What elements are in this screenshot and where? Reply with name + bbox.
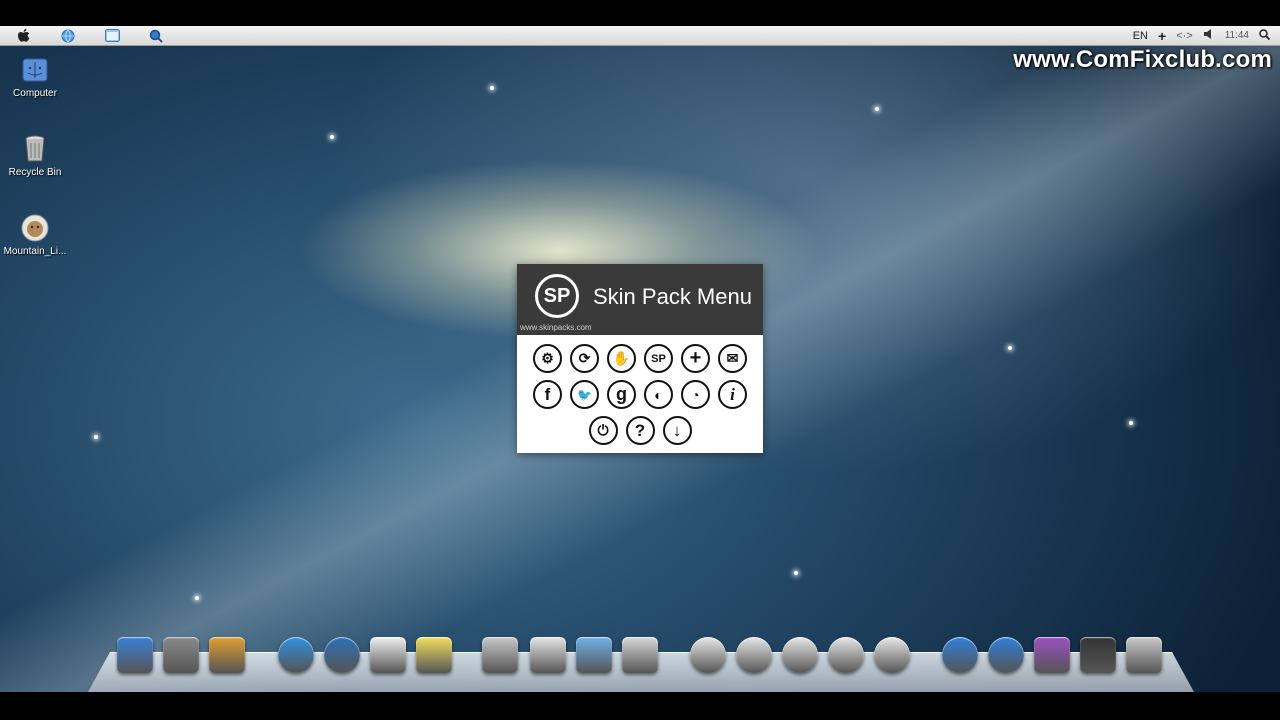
desktop-icon-label: Computer bbox=[13, 88, 57, 99]
volume-icon[interactable] bbox=[1203, 28, 1215, 43]
finder-window-icon[interactable] bbox=[104, 28, 120, 44]
skin-pack-url[interactable]: www.skinpacks.com bbox=[520, 323, 592, 332]
skin-pack-menu-title: Skin Pack Menu bbox=[593, 284, 752, 309]
power-icon[interactable] bbox=[874, 637, 910, 673]
network-icon[interactable]: <·> bbox=[1176, 30, 1193, 42]
star bbox=[875, 107, 879, 111]
refresh-icon[interactable]: ⟳ bbox=[570, 344, 599, 373]
clock[interactable]: 11:44 bbox=[1225, 30, 1249, 41]
info-icon[interactable]: i bbox=[718, 380, 747, 409]
rss-icon[interactable]: ◔ bbox=[681, 380, 710, 409]
quicktime-icon[interactable] bbox=[324, 637, 360, 673]
skin-pack-row: ⚙ ⟳ ✋ SP + ✉ bbox=[517, 344, 763, 373]
share-icon[interactable] bbox=[622, 637, 658, 673]
itunes-icon[interactable] bbox=[942, 637, 978, 673]
star bbox=[490, 86, 494, 90]
computer-icon bbox=[21, 56, 49, 84]
download-icon[interactable]: ↓ bbox=[662, 416, 692, 445]
star bbox=[1008, 346, 1012, 350]
finder-icon[interactable] bbox=[117, 637, 153, 673]
watermark-text: www.ComFixclub.com bbox=[1013, 46, 1272, 73]
power-icon[interactable]: ⏻ bbox=[588, 416, 618, 445]
apple-icon[interactable] bbox=[16, 28, 32, 44]
mail-icon[interactable]: ✉ bbox=[718, 344, 747, 373]
deviantart-icon[interactable]: ◐ bbox=[644, 380, 673, 409]
app-store-alt-icon[interactable] bbox=[482, 637, 518, 673]
desktop-icon-label: Mountain_Li... bbox=[3, 246, 67, 257]
letterbox-bottom bbox=[0, 692, 1280, 720]
settings-icon[interactable]: ⚙ bbox=[533, 344, 562, 373]
safari-icon[interactable] bbox=[278, 637, 314, 673]
star bbox=[794, 571, 798, 575]
desktop-icon-computer[interactable]: Computer bbox=[0, 56, 70, 99]
star bbox=[1129, 421, 1133, 425]
mission-control-icon[interactable] bbox=[1034, 637, 1070, 673]
notes-list-icon[interactable] bbox=[370, 637, 406, 673]
sp-logo: SP bbox=[535, 274, 579, 318]
skin-pack-menu: SP Skin Pack Menu www.skinpacks.com ⚙ ⟳ … bbox=[517, 264, 763, 453]
google-icon[interactable]: g bbox=[607, 380, 636, 409]
desktop-icon-mountain-lion[interactable]: Mountain_Li... bbox=[0, 214, 70, 257]
desktop-icon-recycle-bin[interactable]: Recycle Bin bbox=[0, 135, 70, 178]
mountain-lion-icon bbox=[21, 214, 49, 242]
recycle-bin-icon bbox=[21, 135, 49, 163]
airplay-icon[interactable] bbox=[782, 637, 818, 673]
desktop: EN + <·> 11:44 www.ComFixclub.com Comput… bbox=[0, 0, 1280, 720]
sp-icon[interactable]: SP bbox=[644, 344, 673, 373]
desktop-icon-label: Recycle Bin bbox=[8, 167, 62, 178]
globe-icon[interactable] bbox=[60, 28, 76, 44]
menu-bar: EN + <·> 11:44 bbox=[0, 26, 1280, 46]
search-icon[interactable] bbox=[148, 28, 164, 44]
icloud-icon[interactable] bbox=[690, 637, 726, 673]
star bbox=[330, 135, 334, 139]
trash-icon[interactable] bbox=[1126, 637, 1162, 673]
facebook-icon[interactable]: f bbox=[533, 380, 562, 409]
qr-code-icon[interactable] bbox=[1080, 637, 1116, 673]
star bbox=[195, 596, 199, 600]
twitter-icon[interactable] bbox=[736, 637, 772, 673]
spotlight-icon[interactable] bbox=[1259, 28, 1271, 43]
app-grid-icon[interactable] bbox=[209, 637, 245, 673]
app-store-icon[interactable] bbox=[988, 637, 1024, 673]
stickies-icon[interactable] bbox=[416, 637, 452, 673]
star bbox=[94, 435, 98, 439]
skin-pack-row: f 🐦 g ◐ ◔ i bbox=[517, 380, 763, 409]
plus-icon[interactable]: + bbox=[1158, 28, 1166, 44]
rocket-icon[interactable] bbox=[828, 637, 864, 673]
skin-pack-button-grid: ⚙ ⟳ ✋ SP + ✉ f 🐦 g ◐ ◔ i ⏻ ? ↓ bbox=[517, 335, 763, 445]
system-preferences-icon[interactable] bbox=[163, 637, 199, 673]
skin-pack-menu-header: SP Skin Pack Menu www.skinpacks.com bbox=[517, 264, 763, 335]
applications-folder-icon[interactable] bbox=[576, 637, 612, 673]
language-indicator[interactable]: EN bbox=[1133, 30, 1148, 42]
skin-pack-row: ⏻ ? ↓ bbox=[517, 416, 763, 445]
plus-icon[interactable]: + bbox=[681, 344, 710, 373]
letterbox-top bbox=[0, 0, 1280, 26]
help-icon[interactable]: ? bbox=[625, 416, 655, 445]
installer-icon[interactable] bbox=[530, 637, 566, 673]
hand-icon[interactable]: ✋ bbox=[607, 344, 636, 373]
twitter-icon[interactable]: 🐦 bbox=[570, 380, 599, 409]
